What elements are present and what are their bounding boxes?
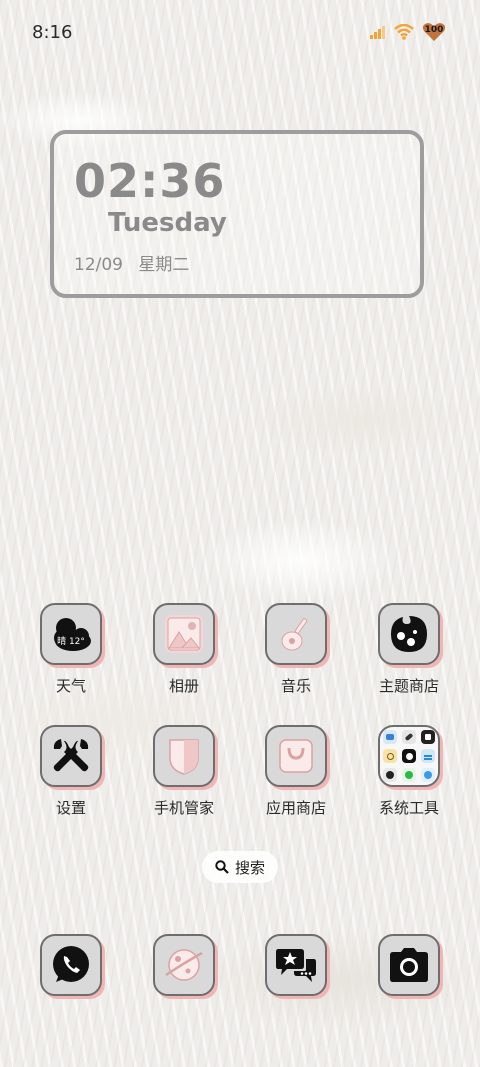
app-phone-manager[interactable]: 手机管家 (134, 725, 234, 818)
folder-mini-icon (383, 749, 397, 763)
weather-tile[interactable]: 晴 12° (40, 603, 102, 665)
messages-tile[interactable] (265, 934, 327, 996)
status-icons: 100 (370, 22, 446, 42)
clock-date: 12/09 星期二 (74, 250, 199, 275)
dock-phone[interactable] (21, 934, 121, 996)
phone-icon (53, 946, 89, 982)
wifi-icon (394, 24, 414, 40)
clock-weekday: 星期二 (138, 255, 190, 275)
dock-camera[interactable] (359, 934, 459, 996)
folder-icon (383, 730, 435, 782)
search-label: 搜索 (234, 858, 265, 877)
app-settings[interactable]: 设置 (21, 725, 121, 818)
app-label: 天气 (55, 677, 86, 695)
app-label: 应用商店 (265, 799, 326, 817)
settings-tile[interactable] (40, 725, 102, 787)
folder-mini-icon (421, 768, 435, 782)
wrench-icon (53, 739, 89, 772)
app-store-tile[interactable] (265, 725, 327, 787)
weather-badge: 晴 12° (57, 635, 85, 647)
dock-messages[interactable] (246, 934, 346, 996)
app-label: 系统工具 (378, 799, 439, 817)
phone-tile[interactable] (40, 934, 102, 996)
signal-icon (370, 26, 385, 39)
clock-time: 02:36 (74, 154, 226, 208)
app-gallery[interactable]: 相册 (134, 603, 234, 696)
palette-icon (391, 616, 427, 652)
music-tile[interactable] (265, 603, 327, 665)
battery-level: 100 (424, 25, 444, 35)
app-weather[interactable]: 晴 12° 天气 (21, 603, 121, 696)
app-label: 音乐 (280, 677, 311, 695)
weather-icon: 晴 12° (54, 618, 91, 651)
guitar-icon (281, 618, 308, 651)
theme-store-tile[interactable] (378, 603, 440, 665)
dock-browser[interactable] (134, 934, 234, 996)
phone-manager-tile[interactable] (153, 725, 215, 787)
app-label: 设置 (55, 799, 86, 817)
battery-indicator: 100 (422, 22, 446, 42)
app-label: 相册 (168, 677, 199, 695)
gallery-icon (165, 615, 203, 653)
shopping-bag-icon (279, 739, 313, 773)
folder-mini-icon (402, 730, 416, 744)
planet-icon (165, 949, 203, 981)
app-music[interactable]: 音乐 (246, 603, 346, 696)
clock-day: Tuesday (108, 208, 227, 238)
app-system-tools-folder[interactable]: 系统工具 (359, 725, 459, 818)
folder-mini-icon (402, 768, 416, 782)
app-app-store[interactable]: 应用商店 (246, 725, 346, 818)
camera-icon (390, 948, 428, 982)
camera-tile[interactable] (378, 934, 440, 996)
gallery-tile[interactable] (153, 603, 215, 665)
status-bar: 8:16 100 (0, 0, 480, 68)
status-time: 8:16 (32, 22, 73, 43)
chat-bubbles-icon (276, 949, 316, 982)
folder-mini-icon (402, 749, 416, 763)
folder-mini-icon (383, 768, 397, 782)
shield-icon (169, 739, 199, 775)
folder-mini-icon (421, 730, 435, 744)
app-label: 手机管家 (153, 799, 214, 817)
app-theme-store[interactable]: 主题商店 (359, 603, 459, 696)
app-label: 主题商店 (378, 677, 439, 695)
folder-tile[interactable] (378, 725, 440, 787)
search-icon (215, 860, 229, 874)
browser-tile[interactable] (153, 934, 215, 996)
clock-date-value: 12/09 (74, 255, 123, 275)
folder-mini-icon (421, 749, 435, 763)
search-button[interactable]: 搜索 (202, 851, 278, 883)
clock-widget[interactable]: 02:36 Tuesday 12/09 星期二 (50, 130, 424, 298)
folder-mini-icon (383, 730, 397, 744)
